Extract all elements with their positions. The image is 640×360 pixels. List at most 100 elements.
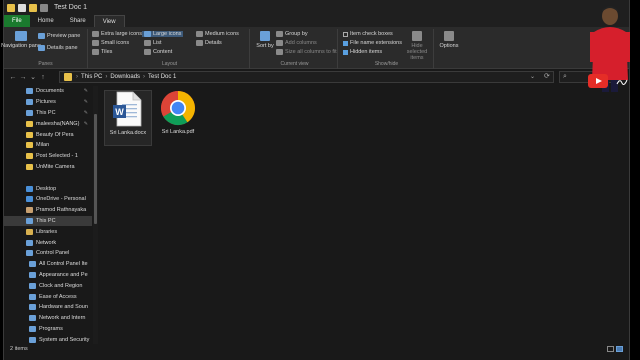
sidebar-item[interactable]: maleesha(NANG) ✎	[4, 118, 92, 129]
add-columns-button[interactable]: Add columns	[276, 40, 317, 46]
details-pane-icon	[38, 45, 45, 51]
layout-content[interactable]: Content	[144, 49, 172, 55]
folder-icon	[26, 250, 33, 257]
pin-icon: ✎	[83, 120, 88, 127]
address-dropdown-icon[interactable]: ⌄	[530, 73, 535, 80]
sidebar-item-label: Pramod Rathnayaka	[36, 207, 87, 214]
sidebar-item-label: OneDrive - Personal	[36, 196, 86, 203]
navigation-pane-scrollbar[interactable]	[93, 86, 98, 344]
refresh-icon[interactable]: ⟳	[544, 72, 550, 80]
forward-arrow-icon[interactable]: →	[18, 74, 28, 81]
sidebar-item[interactable]: Control Panel	[4, 248, 92, 259]
large-icons-icon	[144, 31, 151, 37]
sidebar-item[interactable]: UnMite Camera	[4, 162, 92, 173]
layout-large-icons[interactable]: Large icons	[142, 31, 184, 37]
details-view-icon[interactable]	[607, 346, 614, 352]
current-view-group: Sort by Group by Add columns Size all co…	[252, 29, 338, 69]
breadcrumb-downloads[interactable]: Downloads	[110, 74, 140, 80]
new-folder-icon[interactable]	[29, 3, 37, 12]
svg-text:W: W	[115, 107, 124, 117]
search-icon: ⌕	[563, 73, 567, 80]
layout-small-icons[interactable]: Small icons	[92, 40, 129, 46]
chrome-pdf-icon	[161, 91, 196, 126]
size-columns-button[interactable]: Size all columns to fit	[276, 49, 337, 55]
large-icons-view-icon[interactable]	[616, 346, 623, 352]
sidebar-item[interactable]: This PC ✎	[4, 108, 92, 119]
layout-list[interactable]: List	[144, 40, 162, 46]
sidebar-item[interactable]: Beauty Of Pera	[4, 129, 92, 140]
show-hide-group: Item check boxes File name extensions Hi…	[340, 29, 434, 69]
sidebar-item[interactable]: This PC	[4, 215, 92, 227]
layout-details[interactable]: Details	[196, 40, 222, 46]
youtube-logo-icon[interactable]	[588, 74, 608, 88]
sidebar-item[interactable]: Clock and Region	[4, 280, 92, 291]
sort-by-button[interactable]: Sort by	[256, 31, 274, 49]
pin-icon: ✎	[83, 88, 88, 95]
file-item[interactable]: Sri Lanka.pdf	[154, 90, 202, 146]
folder-icon	[26, 217, 33, 224]
breadcrumb-current[interactable]: Test Doc 1	[148, 74, 176, 80]
sidebar-item[interactable]: System and Security	[4, 334, 92, 344]
navigation-pane: Documents ✎ Pictures ✎ This PC ✎ maleesha(NANG…	[4, 86, 92, 344]
tab-home[interactable]: Home	[30, 15, 62, 27]
options-group: Options	[436, 29, 462, 69]
medium-icons-icon	[196, 31, 203, 37]
sidebar-item-label: Pictures	[36, 99, 56, 106]
scrollbar-thumb[interactable]	[94, 114, 97, 224]
sidebar-item[interactable]: Libraries	[4, 226, 92, 237]
sidebar-item[interactable]: Network and Intern	[4, 313, 92, 324]
up-arrow-icon[interactable]: ↑	[38, 74, 48, 81]
sidebar-item-label: Appearance and Pe	[39, 271, 88, 278]
address-bar[interactable]: › This PC › Downloads › Test Doc 1	[59, 71, 554, 83]
sidebar-item[interactable]: Pramod Rathnayaka	[4, 205, 92, 216]
layout-group: Extra large icons Large icons Medium ico…	[90, 29, 250, 69]
hide-selected-button[interactable]: Hide selected items	[402, 31, 432, 61]
sidebar-item	[4, 172, 92, 183]
sidebar-item-label: Milan	[36, 142, 50, 149]
breadcrumb-this-pc[interactable]: This PC	[81, 74, 102, 80]
sidebar-item[interactable]: Network	[4, 237, 92, 248]
sidebar-item[interactable]: Post Selected - 1	[4, 151, 92, 162]
file-name-extensions-toggle[interactable]: File name extensions	[343, 40, 402, 46]
sidebar-item[interactable]: Appearance and Pe	[4, 270, 92, 281]
sidebar-item-label: UnMite Camera	[36, 163, 75, 170]
checkbox-checked-icon	[343, 49, 348, 55]
group-by-icon	[276, 31, 283, 37]
sidebar-item[interactable]: All Control Panel Ite	[4, 259, 92, 270]
folder-icon	[26, 239, 33, 246]
back-arrow-icon[interactable]: ←	[8, 74, 18, 81]
preview-pane-button[interactable]: Preview pane	[38, 33, 80, 39]
sidebar-item[interactable]: Documents ✎	[4, 86, 92, 97]
sidebar-item[interactable]: Programs	[4, 324, 92, 335]
folder-icon	[29, 271, 36, 278]
tab-file[interactable]: File	[4, 15, 30, 27]
item-check-boxes-toggle[interactable]: Item check boxes	[343, 31, 393, 37]
sidebar-item-label: Beauty Of Pera	[36, 131, 74, 138]
layout-tiles[interactable]: Tiles	[92, 49, 112, 55]
sidebar-item[interactable]: Hardware and Soun	[4, 302, 92, 313]
properties-icon[interactable]	[18, 3, 26, 12]
sidebar-item[interactable]: Pictures ✎	[4, 97, 92, 108]
options-button[interactable]: Options	[438, 31, 460, 49]
sidebar-item[interactable]: OneDrive - Personal	[4, 194, 92, 205]
layout-extra-large-icons[interactable]: Extra large icons	[92, 31, 142, 37]
details-pane-button[interactable]: Details pane	[38, 45, 78, 51]
sidebar-item-label: Network	[36, 239, 57, 246]
recent-locations-chevron-icon[interactable]: ⌄	[28, 73, 38, 81]
item-count: 2 items	[10, 346, 28, 352]
quick-access-dropdown-icon[interactable]	[40, 3, 48, 12]
layout-medium-icons[interactable]: Medium icons	[196, 31, 239, 37]
tab-view[interactable]: View	[93, 15, 125, 27]
word-document-icon: W	[113, 91, 142, 127]
folder-icon	[26, 88, 33, 95]
hidden-items-toggle[interactable]: Hidden items	[343, 49, 382, 55]
sidebar-item[interactable]: Milan	[4, 140, 92, 151]
group-by-button[interactable]: Group by	[276, 31, 308, 37]
tab-share[interactable]: Share	[62, 15, 94, 27]
title-bar: Test Doc 1	[4, 0, 629, 15]
sidebar-item[interactable]: Ease of Access	[4, 291, 92, 302]
navigation-pane-button[interactable]: Navigation pane	[1, 31, 41, 49]
list-icon	[144, 40, 151, 46]
file-item[interactable]: W Sri Lanka.docx	[104, 90, 152, 146]
sidebar-item[interactable]: Desktop	[4, 183, 92, 194]
